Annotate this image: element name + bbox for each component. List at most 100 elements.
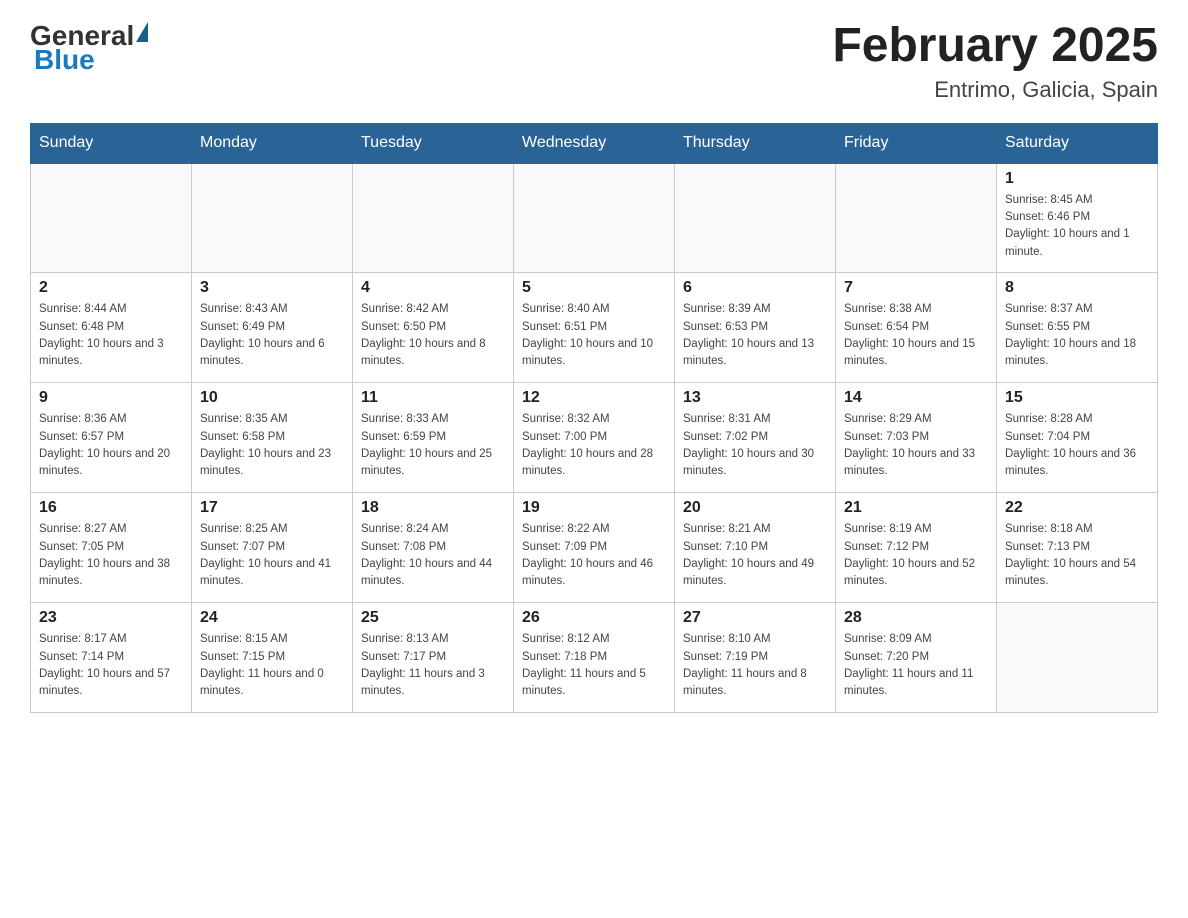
day-number: 8	[1005, 279, 1149, 297]
day-info: Sunrise: 8:25 AMSunset: 7:07 PMDaylight:…	[200, 521, 344, 590]
weekday-header-monday: Monday	[192, 123, 353, 163]
day-number: 6	[683, 279, 827, 297]
day-info: Sunrise: 8:31 AMSunset: 7:02 PMDaylight:…	[683, 411, 827, 480]
day-info: Sunrise: 8:09 AMSunset: 7:20 PMDaylight:…	[844, 631, 988, 700]
day-info: Sunrise: 8:37 AMSunset: 6:55 PMDaylight:…	[1005, 301, 1149, 370]
day-info: Sunrise: 8:12 AMSunset: 7:18 PMDaylight:…	[522, 631, 666, 700]
calendar-cell: 25 Sunrise: 8:13 AMSunset: 7:17 PMDayligh…	[353, 603, 514, 713]
day-info: Sunrise: 8:35 AMSunset: 6:58 PMDaylight:…	[200, 411, 344, 480]
day-number: 14	[844, 389, 988, 407]
month-title: February 2025	[832, 20, 1158, 73]
day-number: 23	[39, 609, 183, 627]
calendar-cell: 9 Sunrise: 8:36 AMSunset: 6:57 PMDaylight…	[31, 383, 192, 493]
logo-triangle-icon	[136, 22, 148, 42]
day-info: Sunrise: 8:17 AMSunset: 7:14 PMDaylight:…	[39, 631, 183, 700]
day-info: Sunrise: 8:38 AMSunset: 6:54 PMDaylight:…	[844, 301, 988, 370]
day-number: 9	[39, 389, 183, 407]
day-number: 24	[200, 609, 344, 627]
calendar-cell: 26 Sunrise: 8:12 AMSunset: 7:18 PMDayligh…	[514, 603, 675, 713]
calendar-cell: 19 Sunrise: 8:22 AMSunset: 7:09 PMDayligh…	[514, 493, 675, 603]
day-info: Sunrise: 8:43 AMSunset: 6:49 PMDaylight:…	[200, 301, 344, 370]
weekday-header-row: SundayMondayTuesdayWednesdayThursdayFrid…	[31, 123, 1158, 163]
day-info: Sunrise: 8:42 AMSunset: 6:50 PMDaylight:…	[361, 301, 505, 370]
weekday-header-tuesday: Tuesday	[353, 123, 514, 163]
calendar-cell: 13 Sunrise: 8:31 AMSunset: 7:02 PMDayligh…	[675, 383, 836, 493]
calendar-cell: 20Sunrise: 8:21 AMSunset: 7:10 PMDayligh…	[675, 493, 836, 603]
calendar-cell: 22Sunrise: 8:18 AMSunset: 7:13 PMDayligh…	[997, 493, 1158, 603]
day-info: Sunrise: 8:28 AMSunset: 7:04 PMDaylight:…	[1005, 411, 1149, 480]
logo-blue-text: Blue	[34, 44, 95, 76]
calendar-cell	[353, 163, 514, 273]
weekday-header-thursday: Thursday	[675, 123, 836, 163]
logo: General Blue	[30, 20, 148, 76]
day-info: Sunrise: 8:13 AMSunset: 7:17 PMDaylight:…	[361, 631, 505, 700]
location-text: Entrimo, Galicia, Spain	[832, 77, 1158, 103]
day-info: Sunrise: 8:29 AMSunset: 7:03 PMDaylight:…	[844, 411, 988, 480]
calendar-cell	[31, 163, 192, 273]
calendar-cell: 7 Sunrise: 8:38 AMSunset: 6:54 PMDaylight…	[836, 273, 997, 383]
calendar-cell: 10 Sunrise: 8:35 AMSunset: 6:58 PMDayligh…	[192, 383, 353, 493]
calendar-cell	[997, 603, 1158, 713]
day-info: Sunrise: 8:39 AMSunset: 6:53 PMDaylight:…	[683, 301, 827, 370]
day-number: 3	[200, 279, 344, 297]
calendar-cell: 6 Sunrise: 8:39 AMSunset: 6:53 PMDaylight…	[675, 273, 836, 383]
weekday-header-wednesday: Wednesday	[514, 123, 675, 163]
day-info: Sunrise: 8:22 AMSunset: 7:09 PMDaylight:…	[522, 521, 666, 590]
day-info: Sunrise: 8:44 AMSunset: 6:48 PMDaylight:…	[39, 301, 183, 370]
calendar-table: SundayMondayTuesdayWednesdayThursdayFrid…	[30, 123, 1158, 714]
day-number: 4	[361, 279, 505, 297]
day-number: 7	[844, 279, 988, 297]
title-block: February 2025 Entrimo, Galicia, Spain	[832, 20, 1158, 103]
day-number: 19	[522, 499, 666, 517]
day-number: 16	[39, 499, 183, 517]
day-info: Sunrise: 8:10 AMSunset: 7:19 PMDaylight:…	[683, 631, 827, 700]
calendar-cell: 17 Sunrise: 8:25 AMSunset: 7:07 PMDayligh…	[192, 493, 353, 603]
week-row-2: 2Sunrise: 8:44 AMSunset: 6:48 PMDaylight…	[31, 273, 1158, 383]
day-number: 5	[522, 279, 666, 297]
day-number: 22	[1005, 499, 1149, 517]
day-number: 10	[200, 389, 344, 407]
calendar-cell	[675, 163, 836, 273]
calendar-cell: 3 Sunrise: 8:43 AMSunset: 6:49 PMDaylight…	[192, 273, 353, 383]
day-number: 28	[844, 609, 988, 627]
calendar-cell: 5 Sunrise: 8:40 AMSunset: 6:51 PMDaylight…	[514, 273, 675, 383]
week-row-3: 9 Sunrise: 8:36 AMSunset: 6:57 PMDaylight…	[31, 383, 1158, 493]
day-info: Sunrise: 8:27 AMSunset: 7:05 PMDaylight:…	[39, 521, 183, 590]
page-header: General Blue February 2025 Entrimo, Gali…	[30, 20, 1158, 103]
calendar-cell: 8 Sunrise: 8:37 AMSunset: 6:55 PMDaylight…	[997, 273, 1158, 383]
calendar-cell	[514, 163, 675, 273]
day-number: 11	[361, 389, 505, 407]
weekday-header-sunday: Sunday	[31, 123, 192, 163]
day-info: Sunrise: 8:15 AMSunset: 7:15 PMDaylight:…	[200, 631, 344, 700]
calendar-cell: 27 Sunrise: 8:10 AMSunset: 7:19 PMDayligh…	[675, 603, 836, 713]
day-number: 17	[200, 499, 344, 517]
day-info: Sunrise: 8:21 AMSunset: 7:10 PMDaylight:…	[683, 521, 827, 590]
day-info: Sunrise: 8:40 AMSunset: 6:51 PMDaylight:…	[522, 301, 666, 370]
calendar-cell	[836, 163, 997, 273]
calendar-cell: 1 Sunrise: 8:45 AMSunset: 6:46 PMDaylight…	[997, 163, 1158, 273]
day-number: 15	[1005, 389, 1149, 407]
week-row-4: 16 Sunrise: 8:27 AMSunset: 7:05 PMDayligh…	[31, 493, 1158, 603]
day-info: Sunrise: 8:19 AMSunset: 7:12 PMDaylight:…	[844, 521, 988, 590]
day-number: 18	[361, 499, 505, 517]
day-info: Sunrise: 8:33 AMSunset: 6:59 PMDaylight:…	[361, 411, 505, 480]
day-number: 26	[522, 609, 666, 627]
day-info: Sunrise: 8:24 AMSunset: 7:08 PMDaylight:…	[361, 521, 505, 590]
calendar-cell: 24 Sunrise: 8:15 AMSunset: 7:15 PMDayligh…	[192, 603, 353, 713]
calendar-cell: 18 Sunrise: 8:24 AMSunset: 7:08 PMDayligh…	[353, 493, 514, 603]
day-number: 1	[1005, 170, 1149, 188]
calendar-cell: 12Sunrise: 8:32 AMSunset: 7:00 PMDayligh…	[514, 383, 675, 493]
day-number: 27	[683, 609, 827, 627]
week-row-1: 1 Sunrise: 8:45 AMSunset: 6:46 PMDaylight…	[31, 163, 1158, 273]
day-info: Sunrise: 8:45 AMSunset: 6:46 PMDaylight:…	[1005, 192, 1149, 261]
calendar-cell: 4 Sunrise: 8:42 AMSunset: 6:50 PMDaylight…	[353, 273, 514, 383]
calendar-cell: 28 Sunrise: 8:09 AMSunset: 7:20 PMDayligh…	[836, 603, 997, 713]
calendar-cell	[192, 163, 353, 273]
day-number: 13	[683, 389, 827, 407]
calendar-cell: 21Sunrise: 8:19 AMSunset: 7:12 PMDayligh…	[836, 493, 997, 603]
day-info: Sunrise: 8:36 AMSunset: 6:57 PMDaylight:…	[39, 411, 183, 480]
calendar-cell: 2Sunrise: 8:44 AMSunset: 6:48 PMDaylight…	[31, 273, 192, 383]
day-number: 25	[361, 609, 505, 627]
week-row-5: 23 Sunrise: 8:17 AMSunset: 7:14 PMDayligh…	[31, 603, 1158, 713]
weekday-header-saturday: Saturday	[997, 123, 1158, 163]
